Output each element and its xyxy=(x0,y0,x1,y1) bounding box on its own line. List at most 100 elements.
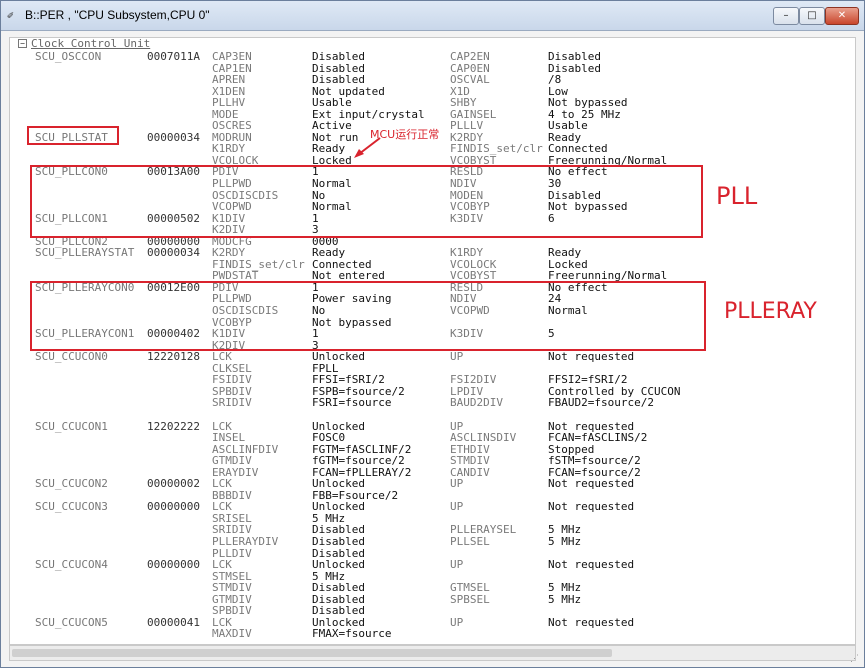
table-row: X1DEN Not updated X1D Low xyxy=(10,86,855,98)
field-name: SPBSEL xyxy=(450,592,490,606)
field-value: Disabled xyxy=(312,534,365,548)
field-name: UP xyxy=(450,500,464,514)
table-row: SRIDIV FSRI=fsource BAUD2DIV FBAUD2=fsource… xyxy=(10,396,855,410)
table-row: BBBDIV FBB=Fsource/2 xyxy=(10,490,855,502)
close-button[interactable]: ✕ xyxy=(825,7,859,25)
field-name: SRIDIV xyxy=(212,396,252,410)
field-name: CAP3EN xyxy=(212,50,252,63)
app-icon: ✐ xyxy=(7,9,14,22)
table-row: SCU_CCUCON1 12202222 LCK Unlocked UP Not requ… xyxy=(10,420,855,433)
table-row: SCU_CCUCON4 00000000 LCK Unlocked UP Not requ… xyxy=(10,558,855,572)
field-value: FOSC0 xyxy=(312,431,346,445)
register-value[interactable]: 00000041 xyxy=(147,617,200,629)
field-value: fSTM=fsource/2 xyxy=(548,454,641,468)
field-name: ASCLINSDIV xyxy=(450,431,517,445)
minimize-button[interactable]: – xyxy=(773,7,799,25)
table-row: STMSEL 5 MHz xyxy=(10,571,855,583)
field-value: Not requested xyxy=(548,477,635,491)
register-name[interactable]: SCU_CCUCON2 xyxy=(35,478,108,490)
register-value[interactable]: 12220128 xyxy=(147,351,200,363)
table-row: SRISEL 5 MHz xyxy=(10,513,855,525)
field-value: 5 MHz xyxy=(548,534,582,548)
register-name[interactable]: SCU_CCUCON1 xyxy=(35,420,108,433)
table-row: MAXDIV FMAX=fsource xyxy=(10,627,855,641)
table-row: GTMDIV Disabled SPBSEL 5 MHz xyxy=(10,592,855,606)
field-name: BAUD2DIV xyxy=(450,396,503,410)
field-name: UP xyxy=(450,350,464,364)
register-name[interactable]: SCU_CCUCON0 xyxy=(35,351,108,363)
table-row: MODE Ext input/crystal GAINSEL 4 to 25 MHz xyxy=(10,109,855,121)
title-bar[interactable]: ✐ B::PER , "CPU Subsystem,CPU 0" – □ ✕ xyxy=(1,1,864,31)
field-value: FSRI=fsource xyxy=(312,396,392,410)
register-value[interactable]: 00000000 xyxy=(147,559,200,571)
collapse-toggle-icon[interactable]: − xyxy=(18,39,27,48)
field-value: Unlocked xyxy=(312,558,365,572)
field-value: Not requested xyxy=(548,558,635,572)
table-row: FSIDIV FFSI=fSRI/2 FSI2DIV FFSI2=fSRI/2 xyxy=(10,374,855,386)
maximize-button[interactable]: □ xyxy=(799,7,825,25)
field-name: LCK xyxy=(212,558,232,572)
register-name[interactable]: SCU_CCUCON3 xyxy=(35,501,108,513)
table-row: INSEL FOSC0 ASCLINSDIV FCAN=fASCLINS/2 xyxy=(10,431,855,445)
scrollbar-thumb[interactable] xyxy=(12,649,612,657)
register-view[interactable]: − Clock Control Unit SCU_OSCCON 0007011A CA… xyxy=(9,37,856,645)
register-value[interactable]: 00000000 xyxy=(147,501,200,513)
pll-highlight-box xyxy=(30,165,703,238)
field-value: Usable xyxy=(312,96,352,110)
register-name[interactable]: SCU_OSCCON xyxy=(35,51,101,63)
pllstat-highlight xyxy=(27,126,119,145)
field-name: MAXDIV xyxy=(212,627,252,641)
table-row: SCU_OSCCON 0007011A CAP3EN Disabled CAP2EN Di… xyxy=(10,50,855,63)
table-row: ERAYDIV FCAN=fPLLERAY/2 CANDIV FCAN=fsource… xyxy=(10,467,855,479)
field-name: UP xyxy=(450,615,464,629)
field-value: Disabled xyxy=(312,50,365,63)
field-name: GTMDIV xyxy=(212,454,252,468)
register-value[interactable]: 12202222 xyxy=(147,420,200,433)
register-name[interactable]: SCU_PLLERAYSTAT xyxy=(35,247,134,259)
window-title: B::PER , "CPU Subsystem,CPU 0" xyxy=(25,8,210,22)
field-name: STMDIV xyxy=(212,581,252,595)
field-value: fGTM=fsource/2 xyxy=(312,454,405,468)
table-row: ASCLINFDIV FGTM=fASCLINF/2 ETHDIV Stopped xyxy=(10,444,855,456)
section-header[interactable]: − Clock Control Unit xyxy=(18,38,150,50)
field-value: Not bypassed xyxy=(548,96,628,110)
field-name: UP xyxy=(450,477,464,491)
table-row: CLKSEL FPLL xyxy=(10,363,855,375)
field-name: PLLHV xyxy=(212,96,246,110)
horizontal-scrollbar[interactable] xyxy=(9,645,856,661)
register-name[interactable]: SCU_CCUCON4 xyxy=(35,559,108,571)
plleray-highlight-box xyxy=(30,281,706,351)
table-row: SCU_CCUCON3 00000000 LCK Unlocked UP Not requ… xyxy=(10,500,855,514)
table-row xyxy=(10,409,855,421)
table-row: PLLDIV Disabled xyxy=(10,547,855,560)
arrow-icon xyxy=(354,137,381,158)
field-value: Disabled xyxy=(312,73,365,87)
resize-grip-icon[interactable]: ⋰ xyxy=(850,653,862,665)
table-row: K1RDY Ready FINDIS_set/clr Connected xyxy=(10,143,855,155)
per-window: ✐ B::PER , "CPU Subsystem,CPU 0" – □ ✕ −… xyxy=(0,0,865,668)
field-name: PLLERAYDIV xyxy=(212,534,279,548)
table-row: PLLERAYDIV Disabled PLLSEL 5 MHz xyxy=(10,534,855,548)
pll-annotation: PLL xyxy=(716,182,758,210)
table-row: APREN Disabled OSCVAL/8 xyxy=(10,73,855,87)
table-row: SCU_CCUCON5 00000041 LCK Unlocked UP Not requ… xyxy=(10,615,855,629)
field-value: Not requested xyxy=(548,615,635,629)
register-value[interactable]: 00000002 xyxy=(147,478,200,490)
register-value[interactable]: 00000034 xyxy=(147,132,200,144)
field-name: OSCVAL xyxy=(450,73,490,87)
table-row: SPBDIV FSPB=fsource/2 LPDIV Controlled by C… xyxy=(10,386,855,398)
field-value: Not requested xyxy=(548,500,635,514)
field-value: FMAX=fsource xyxy=(312,627,392,641)
register-value[interactable]: 0007011A xyxy=(147,51,200,63)
table-row: SCU_PLLERAYSTAT 00000034 K2RDY Ready K1RDY Re… xyxy=(10,247,855,259)
field-name: SHBY xyxy=(450,96,477,110)
field-value: FBAUD2=fsource/2 xyxy=(548,396,654,410)
register-value[interactable]: 00000034 xyxy=(147,247,200,259)
table-row: STMDIV Disabled GTMSEL 5 MHz xyxy=(10,581,855,595)
field-name: UP xyxy=(450,558,464,572)
table-row: SPBDIV Disabled xyxy=(10,605,855,617)
field-name: INSEL xyxy=(212,431,246,445)
field-name: CAP2EN xyxy=(450,50,490,63)
table-row: FINDIS_set/clr Connected VCOLOCK Locked xyxy=(10,259,855,271)
register-name[interactable]: SCU_CCUCON5 xyxy=(35,617,108,629)
